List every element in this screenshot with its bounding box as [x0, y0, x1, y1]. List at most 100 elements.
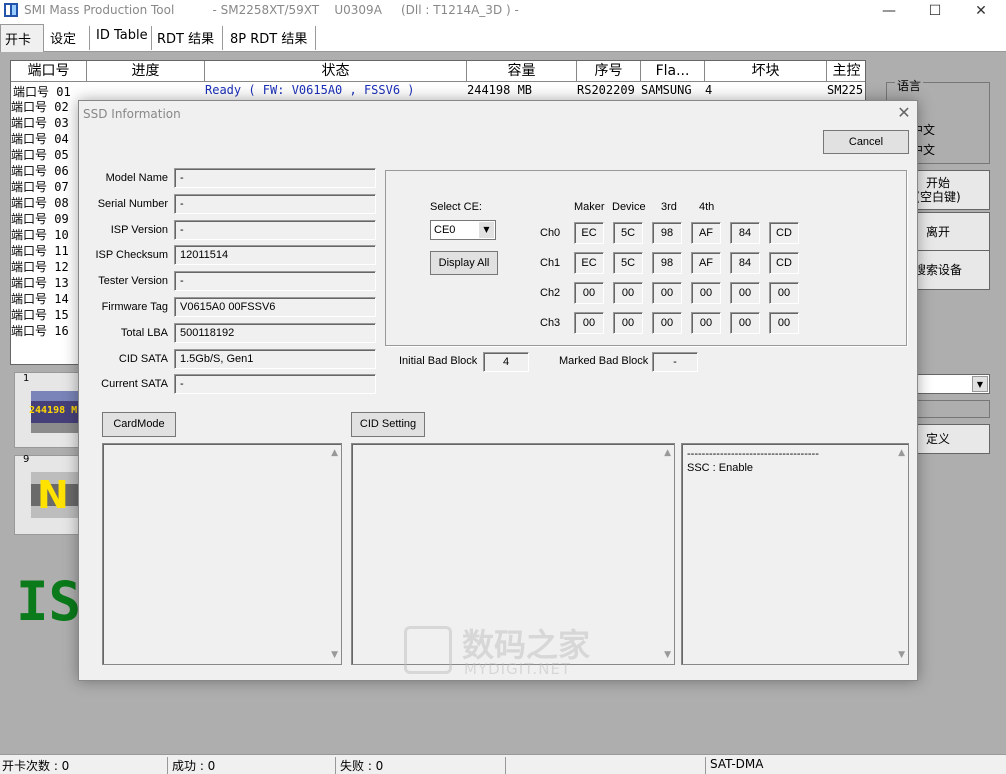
log-text-area[interactable]: ------------------------------------ SSC… — [681, 443, 909, 665]
status-open-count: 开卡次数 : 0 — [0, 757, 168, 774]
id-header-device: Device — [612, 201, 646, 213]
flash-id-cell: CD — [769, 252, 799, 274]
channel-label: Ch2 — [540, 287, 561, 299]
tab-kaika[interactable]: 开卡 — [0, 24, 44, 52]
flash-id-cell: 00 — [730, 312, 760, 334]
close-button[interactable]: ✕ — [958, 0, 1004, 22]
tile-capacity-text: 244198 M — [29, 405, 78, 416]
display-all-button[interactable]: Display All — [430, 251, 498, 275]
col-header-status[interactable]: 状态 — [205, 61, 467, 82]
marked-bad-block-value: - — [652, 352, 698, 372]
flash-id-cell: 00 — [574, 312, 604, 334]
dropdown-arrow-icon[interactable]: ▼ — [972, 376, 988, 392]
col-header-bad-block[interactable]: 坏块 — [705, 61, 827, 82]
dialog-close-icon[interactable]: ✕ — [893, 103, 915, 123]
maximize-button[interactable]: ☐ — [912, 0, 958, 22]
flash-id-cell: 98 — [652, 252, 682, 274]
field-value: - — [174, 374, 376, 395]
flash-id-cell: 5C — [613, 222, 643, 244]
field-label: Firmware Tag — [101, 301, 168, 313]
cell-port: 端口号 01 — [13, 85, 71, 99]
tab-id-table[interactable]: ID Table — [92, 26, 152, 50]
scroll-down-icon[interactable]: ▼ — [664, 650, 671, 660]
flash-id-cell: EC — [574, 252, 604, 274]
col-header-controller[interactable]: 主控 — [827, 61, 865, 82]
cancel-button[interactable]: Cancel — [823, 130, 909, 154]
field-label: ISP Checksum — [95, 249, 168, 262]
flash-id-cell: 00 — [691, 282, 721, 304]
tab-8p-rdt-result[interactable]: 8P RDT 结果 — [226, 26, 316, 50]
col-header-capacity[interactable]: 容量 — [467, 61, 577, 82]
flash-id-cell: 00 — [691, 312, 721, 334]
tab-settings[interactable]: 设定 — [46, 26, 90, 50]
flash-id-cell: 00 — [652, 312, 682, 334]
cell-controller: SM225 — [827, 83, 864, 97]
tab-rdt-result[interactable]: RDT 结果 — [153, 26, 223, 50]
channel-label: Ch0 — [540, 227, 561, 239]
flash-id-cell: EC — [574, 222, 604, 244]
cell-bad-block: 4 — [705, 83, 713, 97]
id-header-4th: 4th — [699, 201, 715, 213]
flash-id-cell: 98 — [652, 222, 682, 244]
result-big-text: IS — [16, 570, 82, 633]
status-indicator: N — [31, 472, 85, 518]
marked-bad-block-label: Marked Bad Block — [559, 355, 649, 367]
flash-id-cell: 00 — [613, 282, 643, 304]
table-row[interactable]: 端口号 01 Ready ( FW: V0615A0 , FSSV6 ) 244… — [11, 83, 865, 100]
field-value: - — [174, 219, 376, 240]
id-header-3rd: 3rd — [661, 201, 677, 213]
port-tile-9[interactable]: 9 N — [14, 454, 85, 535]
port-tile-number: 1 — [23, 373, 30, 384]
field-label: Tester Version — [98, 275, 168, 288]
field-value: - — [174, 271, 376, 292]
col-header-flash[interactable]: Fla... — [641, 61, 705, 82]
flash-id-cell: AF — [691, 252, 721, 274]
flash-id-cell: AF — [691, 222, 721, 244]
cell-flash: SAMSUNG — [641, 83, 692, 97]
cid-setting-button[interactable]: CID Setting — [351, 412, 425, 437]
scroll-up-icon[interactable]: ▲ — [331, 448, 338, 458]
channel-label: Ch3 — [540, 317, 561, 329]
app-icon — [4, 3, 18, 17]
channel-label: Ch1 — [540, 257, 561, 269]
title-bar: SMI Mass Production Tool - SM2258XT/59XT… — [0, 0, 1006, 22]
ssd-information-dialog: SSD Information ✕ Cancel Model Name - Seri… — [78, 100, 918, 681]
port-tile-number: 9 — [23, 454, 30, 465]
field-value: - — [174, 193, 376, 214]
select-ce-label: Select CE: — [430, 201, 482, 213]
field-label: Total LBA — [120, 326, 168, 339]
field-label: ISP Version — [110, 223, 168, 236]
scroll-up-icon[interactable]: ▲ — [664, 448, 671, 458]
col-header-serial[interactable]: 序号 — [577, 61, 641, 82]
cardmode-text-area[interactable]: ▲ ▼ — [102, 443, 342, 665]
flash-id-cell: 00 — [730, 282, 760, 304]
select-ce-value: CE0 — [434, 224, 456, 236]
flash-id-cell: CD — [769, 222, 799, 244]
flash-id-cell: 00 — [769, 282, 799, 304]
cell-status: Ready ( FW: V0615A0 , FSSV6 ) — [205, 83, 415, 97]
select-ce-dropdown[interactable]: CE0 ▼ — [430, 220, 496, 240]
field-value: 500118192 — [174, 322, 376, 343]
field-label: Current SATA — [101, 378, 168, 391]
language-title: 语言 — [895, 77, 924, 94]
status-bar: 开卡次数 : 0 成功 : 0 失败 : 0 SAT-DMA — [0, 754, 1006, 774]
cardmode-button[interactable]: CardMode — [102, 412, 176, 437]
status-empty — [508, 757, 706, 774]
flash-id-cell: 00 — [769, 312, 799, 334]
log-line: SSC : Enable — [687, 462, 754, 474]
flash-id-cell: 84 — [730, 252, 760, 274]
field-value: 1.5Gb/S, Gen1 — [174, 348, 376, 369]
minimize-button[interactable]: — — [866, 0, 912, 22]
field-value: - — [174, 168, 376, 188]
scroll-up-icon[interactable]: ▲ — [898, 448, 905, 458]
scroll-down-icon[interactable]: ▼ — [331, 650, 338, 660]
chevron-down-icon[interactable]: ▼ — [479, 222, 494, 238]
log-line: ------------------------------------ — [687, 448, 819, 460]
status-mode: SAT-DMA — [710, 757, 764, 771]
tile-status-letter: N — [37, 473, 69, 517]
scroll-down-icon[interactable]: ▼ — [898, 650, 905, 660]
col-header-port[interactable]: 端口号 — [11, 61, 87, 82]
field-label: CID SATA — [118, 352, 168, 365]
status-success: 成功 : 0 — [170, 757, 336, 774]
col-header-progress[interactable]: 进度 — [87, 61, 205, 82]
